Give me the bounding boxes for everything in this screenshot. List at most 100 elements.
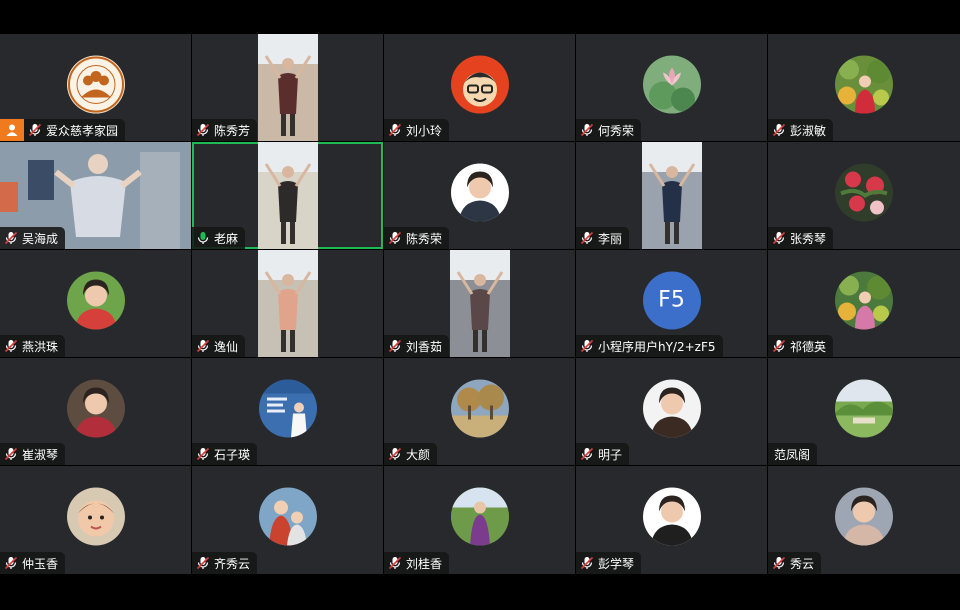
participant-name-label: 刘桂香 [384, 552, 450, 574]
participant-tile[interactable]: F5 小程序用户hY/2+zF5 [576, 250, 767, 357]
participant-name: 逸仙 [214, 339, 239, 354]
participant-tile[interactable]: 燕洪珠 [0, 250, 191, 357]
participant-tile[interactable]: 石子瑛 [192, 358, 383, 465]
mic-muted-icon [4, 447, 18, 461]
participant-name: 石子瑛 [214, 447, 251, 462]
participant-tile[interactable]: 陈秀荣 [384, 142, 575, 249]
participant-name: 明子 [598, 447, 623, 462]
participant-name: 崔淑琴 [22, 447, 59, 462]
participant-name-label: 崔淑琴 [0, 443, 66, 465]
participant-tile[interactable]: 范凤阁 [768, 358, 960, 465]
lotus-photo-icon [642, 55, 701, 114]
video-feed-image [257, 142, 318, 249]
participant-name-label: 陈秀荣 [384, 227, 450, 249]
org-logo-icon [66, 55, 125, 114]
participant-name-label: 老麻 [192, 227, 246, 249]
participant-tile[interactable]: 张秀琴 [768, 142, 960, 249]
participant-tile[interactable]: 刘小玲 [384, 34, 575, 141]
participant-name-label: 范凤阁 [768, 443, 818, 465]
participant-avatar: F5 [642, 271, 701, 330]
participant-name-label: 吴海成 [0, 227, 66, 249]
mic-muted-icon [580, 339, 594, 353]
participant-tile[interactable]: 老麻 [192, 142, 383, 249]
participant-name-label: 秀云 [768, 552, 822, 574]
participant-avatar [642, 487, 701, 546]
participant-avatar [835, 163, 893, 222]
participant-avatar [642, 55, 701, 114]
participant-tile[interactable]: 大颜 [384, 358, 575, 465]
participant-tile[interactable]: 秀云 [768, 466, 960, 574]
mic-muted-icon [4, 339, 18, 353]
portrait-photo-icon [450, 163, 509, 222]
participant-video [257, 142, 318, 249]
participant-tile[interactable]: 爱众慈孝家园 [0, 34, 191, 141]
participant-video [641, 142, 702, 249]
park-photo-icon [835, 379, 893, 438]
participant-name-label: 何秀荣 [576, 119, 642, 141]
garden-photo-icon [835, 55, 893, 114]
participant-name-label: 石子瑛 [192, 443, 258, 465]
participant-name: 范凤阁 [774, 447, 811, 462]
participant-name: 陈秀荣 [406, 231, 443, 246]
participant-tile[interactable]: 刘桂香 [384, 466, 575, 574]
participant-name-label: 彭淑敏 [768, 119, 834, 141]
participant-tile[interactable]: 吴海成 [0, 142, 191, 249]
participant-name: 刘桂香 [406, 556, 443, 571]
participant-name: 祁德英 [790, 339, 827, 354]
participant-name: 大颜 [406, 447, 431, 462]
participant-tile[interactable]: 祁德英 [768, 250, 960, 357]
video-feed-image [449, 250, 510, 357]
participant-name: 燕洪珠 [22, 339, 59, 354]
participant-tile[interactable]: 何秀荣 [576, 34, 767, 141]
participant-tile[interactable]: 齐秀云 [192, 466, 383, 574]
participant-tile[interactable]: 陈秀芳 [192, 34, 383, 141]
mic-muted-icon [772, 231, 786, 245]
portrait-photo-icon [66, 379, 125, 438]
mic-muted-icon [4, 231, 18, 245]
participant-avatar [66, 271, 125, 330]
participant-tile[interactable]: 崔淑琴 [0, 358, 191, 465]
participant-avatar [835, 55, 893, 114]
participant-tile[interactable]: 刘香茹 [384, 250, 575, 357]
participant-avatar [450, 379, 509, 438]
participant-avatar [258, 379, 317, 438]
participant-name-label: 明子 [576, 443, 630, 465]
participant-grid: 爱众慈孝家园 陈秀芳 刘小玲 何秀荣 彭淑敏 吴海成 老麻 陈秀荣 李丽 张秀琴 燕洪珠 逸仙 刘香茹 F… [0, 34, 960, 576]
mic-muted-icon [580, 447, 594, 461]
portrait-photo-icon [642, 487, 701, 546]
participant-name: 吴海成 [22, 231, 59, 246]
participant-tile[interactable]: 明子 [576, 358, 767, 465]
participant-avatar [258, 487, 317, 546]
participant-avatar [66, 487, 125, 546]
participant-avatar [835, 271, 893, 330]
participant-name-label: 大颜 [384, 443, 438, 465]
participant-tile[interactable]: 逸仙 [192, 250, 383, 357]
participant-tile[interactable]: 彭学琴 [576, 466, 767, 574]
participant-tile[interactable]: 仲玉香 [0, 466, 191, 574]
mic-muted-icon [28, 123, 42, 137]
mic-on-icon [197, 232, 209, 244]
participant-avatar [450, 55, 509, 114]
participant-name: 彭淑敏 [790, 123, 827, 138]
mic-muted-icon [196, 123, 210, 137]
participant-avatar [835, 487, 893, 546]
participant-name: 李丽 [598, 231, 623, 246]
participant-name-label: 张秀琴 [768, 227, 834, 249]
participant-tile[interactable]: 彭淑敏 [768, 34, 960, 141]
participant-avatar [642, 379, 701, 438]
mic-muted-icon [4, 556, 18, 570]
family-photo-icon [258, 487, 317, 546]
participant-name: 齐秀云 [214, 556, 251, 571]
participant-name-label: 燕洪珠 [0, 335, 66, 357]
poster-photo-icon [258, 379, 317, 438]
participant-name: 张秀琴 [790, 231, 827, 246]
participant-name-label: 小程序用户hY/2+zF5 [576, 335, 723, 357]
garden-photo-icon [835, 271, 893, 330]
participant-name: 小程序用户hY/2+zF5 [598, 339, 716, 354]
participant-tile[interactable]: 李丽 [576, 142, 767, 249]
portrait-photo-icon [66, 271, 125, 330]
mic-muted-icon [196, 339, 210, 353]
participant-video [257, 250, 318, 357]
participant-name-label: 彭学琴 [576, 552, 642, 574]
participant-avatar [450, 163, 509, 222]
